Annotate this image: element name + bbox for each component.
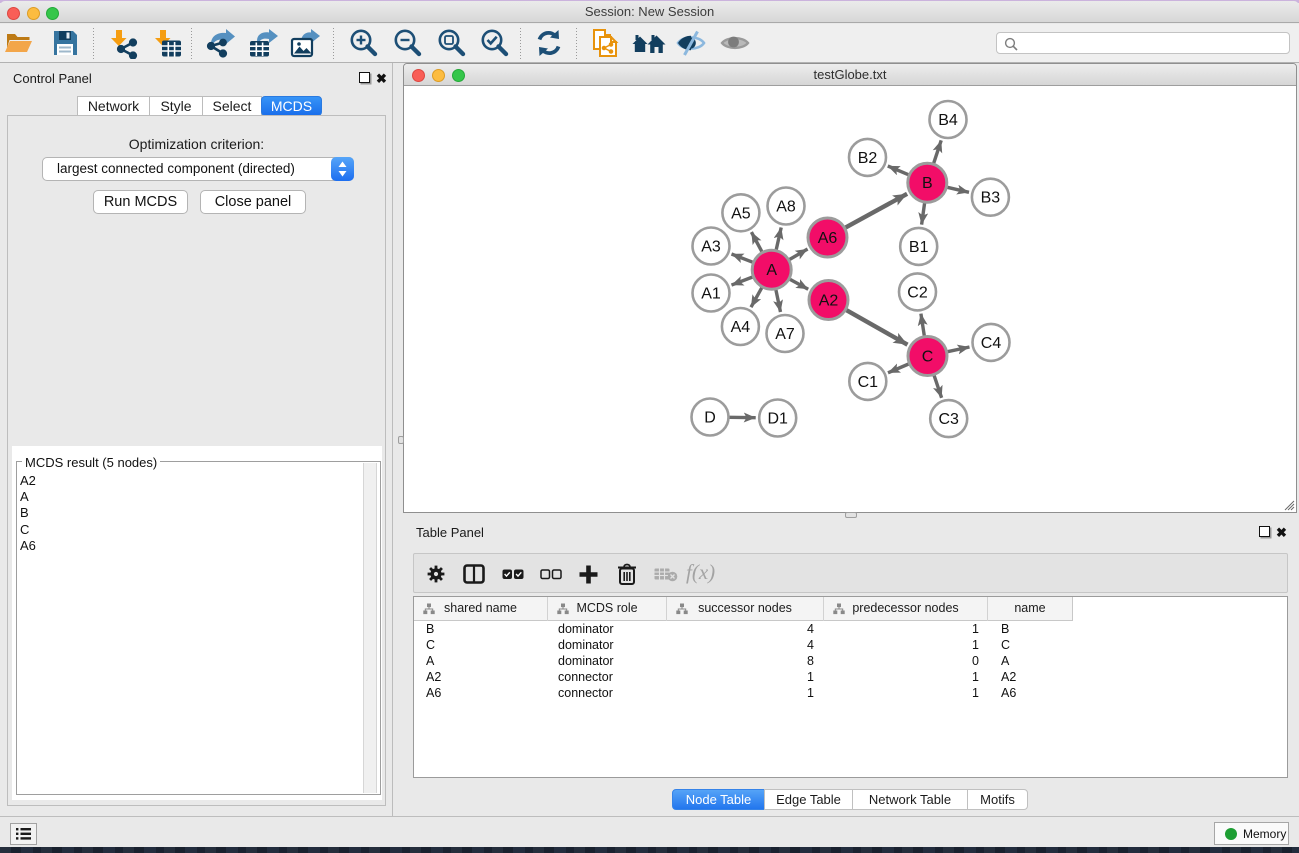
svg-text:A: A	[766, 262, 777, 279]
svg-text:A6: A6	[818, 230, 838, 247]
svg-text:A5: A5	[731, 205, 751, 222]
svg-text:B2: B2	[858, 150, 878, 167]
svg-text:C2: C2	[907, 284, 928, 301]
svg-text:C4: C4	[981, 335, 1002, 352]
svg-text:C1: C1	[858, 374, 879, 391]
svg-text:A8: A8	[776, 199, 796, 216]
svg-text:B: B	[922, 175, 933, 192]
svg-text:A1: A1	[701, 286, 721, 303]
svg-text:A7: A7	[775, 326, 795, 343]
svg-text:C: C	[922, 349, 934, 366]
svg-text:C3: C3	[938, 411, 959, 428]
svg-text:B3: B3	[981, 190, 1001, 207]
svg-text:D1: D1	[767, 411, 788, 428]
svg-text:B1: B1	[909, 239, 929, 256]
svg-text:D: D	[704, 410, 716, 427]
svg-text:A3: A3	[701, 239, 721, 256]
svg-text:B4: B4	[938, 112, 958, 129]
svg-text:A4: A4	[731, 319, 751, 336]
svg-text:A2: A2	[819, 293, 839, 310]
